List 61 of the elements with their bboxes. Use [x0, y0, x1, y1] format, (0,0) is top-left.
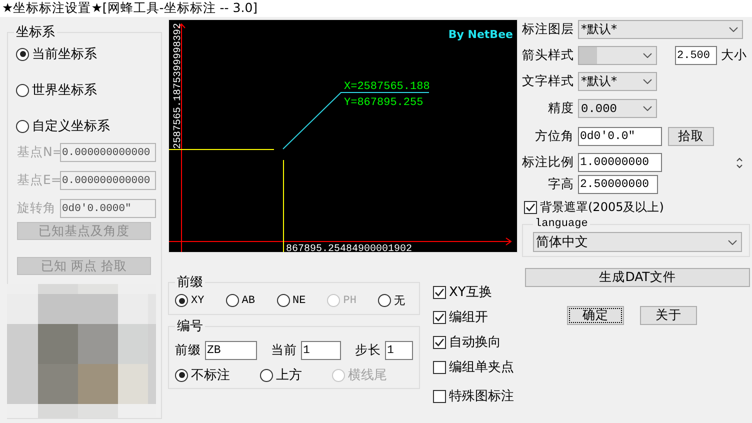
coordinate-option[interactable]: 自定义坐标系: [16, 117, 161, 135]
prefix-option[interactable]: 无: [378, 293, 405, 308]
azimuth-field[interactable]: 0d0′0.0″: [578, 127, 662, 146]
field-label: 标注比例: [522, 154, 574, 171]
dialog-button[interactable]: 关于: [640, 306, 697, 325]
coordinate-option[interactable]: 当前坐标系: [16, 45, 161, 63]
mask-checkbox[interactable]: 背景遮罩(2005及以上): [524, 199, 750, 216]
credit-text: By NetBee: [448, 28, 513, 41]
scale-field[interactable]: 1.00000000: [578, 153, 662, 172]
caret-icon: [729, 27, 738, 32]
x-coordinate-label: X=2587565.188: [344, 81, 430, 93]
generate-button[interactable]: 生成DAT文件: [525, 268, 750, 287]
group-title: 编号: [176, 318, 204, 335]
option-checkbox[interactable]: 自动换向: [433, 333, 514, 351]
caret-icon: [728, 240, 737, 244]
group-title: 坐标系: [15, 24, 56, 41]
layer-dropdown[interactable]: *默认*: [578, 20, 743, 39]
field-label: 旋转角: [17, 200, 57, 217]
field-label: 方位角: [534, 128, 574, 145]
caret-icon: [643, 106, 652, 111]
field-label: 大小: [721, 47, 747, 64]
field-label: 字高: [547, 176, 574, 193]
spinner-icon: [736, 156, 743, 168]
field-label: 文字样式: [522, 73, 574, 90]
option-checkbox[interactable]: 特殊图标注: [433, 387, 514, 405]
text-height-field[interactable]: 2.50000000: [578, 175, 658, 194]
field-label: 箭头样式: [522, 47, 574, 64]
pick-button[interactable]: 拾取: [668, 127, 714, 146]
numbering-option[interactable]: 不标注: [175, 366, 230, 384]
dialog-button[interactable]: 确定: [567, 306, 624, 325]
prefix-option[interactable]: AB: [226, 294, 255, 307]
field-label: 基点E=: [17, 172, 60, 189]
caret-icon: [643, 53, 652, 58]
group-title: language: [534, 218, 589, 230]
option-checkbox[interactable]: 编组开: [433, 308, 514, 326]
precision-dropdown[interactable]: 0.000: [578, 99, 657, 118]
language-dropdown[interactable]: 简体中文: [533, 232, 742, 252]
axis-value: 867895.25484900001902: [286, 244, 412, 252]
field-label: 前缀: [175, 342, 201, 359]
arrow-style-dropdown[interactable]: [578, 46, 657, 65]
group-title: 前缀: [176, 274, 204, 291]
numbering-option[interactable]: 上方: [260, 366, 302, 384]
input-field[interactable]: 1: [301, 341, 341, 360]
field-label: 标注图层: [522, 21, 574, 38]
text-style-dropdown[interactable]: *默认*: [578, 72, 657, 91]
field-label: 精度: [547, 100, 574, 117]
field-label: 步长: [355, 342, 381, 359]
arrow-swatch: [579, 47, 597, 64]
input-field[interactable]: 1: [385, 341, 413, 360]
option-checkbox[interactable]: XY互换: [433, 283, 514, 301]
axis-value: 2587565.1875399998392: [173, 22, 184, 149]
coordinate-option[interactable]: 世界坐标系: [16, 81, 161, 99]
y-coordinate-label: Y=867895.255: [344, 97, 424, 109]
option-checkbox[interactable]: 编组单夹点: [433, 358, 514, 376]
prefix-option[interactable]: XY: [175, 294, 204, 307]
size-field[interactable]: 2.500: [675, 46, 717, 65]
field-label: 当前: [271, 342, 297, 359]
prefix-option[interactable]: NE: [276, 294, 306, 307]
input-field[interactable]: ZB: [205, 341, 257, 360]
caret-icon: [643, 79, 652, 84]
window-title: ★坐标标注设置★[网蜂工具-坐标标注 -- 3.0]: [2, 0, 258, 17]
